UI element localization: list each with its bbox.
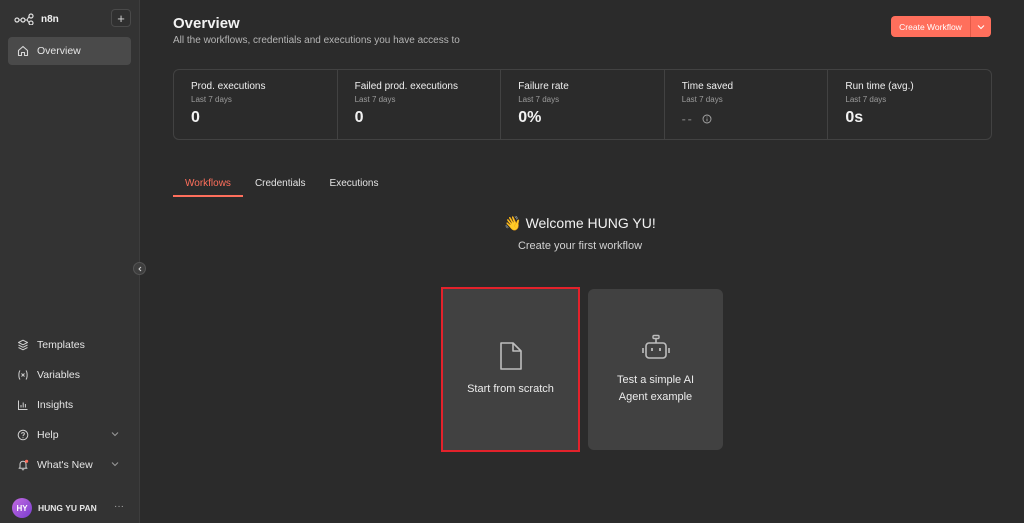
sidebar-item-variables[interactable]: Variables (8, 362, 131, 388)
stat-run-time[interactable]: Run time (avg.) Last 7 days 0s (828, 70, 991, 139)
add-button[interactable]: + (111, 9, 131, 27)
start-from-scratch-card[interactable]: Start from scratch (441, 287, 580, 452)
stat-period: Last 7 days (354, 95, 396, 104)
user-profile[interactable]: HY HUNG YU PAN ··· (0, 493, 140, 523)
chevron-left-icon (137, 266, 141, 271)
sidebar-item-help[interactable]: Help (8, 422, 131, 448)
tab-executions[interactable]: Executions (318, 175, 391, 197)
tab-bar: Workflows Credentials Executions (173, 175, 390, 197)
page-subtitle: All the workflows, credentials and execu… (173, 35, 460, 46)
stat-failure-rate[interactable]: Failure rate Last 7 days 0% (501, 70, 665, 139)
avatar: HY (12, 498, 32, 518)
robot-icon (641, 334, 670, 359)
stat-title: Failure rate (518, 81, 569, 92)
bell-icon (18, 459, 29, 471)
stat-value: -- (681, 112, 694, 126)
stat-value: 0 (354, 109, 364, 126)
tab-credentials[interactable]: Credentials (243, 175, 318, 197)
welcome-title: Welcome HUNG YU! (525, 215, 656, 231)
welcome-subtitle: Create your first workflow (517, 240, 643, 252)
stat-value: 0s (845, 109, 864, 126)
ai-agent-example-card[interactable]: Test a simple AI Agent example (588, 289, 723, 450)
box-icon (18, 339, 28, 351)
sidebar-item-label: Templates (37, 339, 85, 351)
chevron-down-icon (977, 24, 985, 29)
variable-icon (18, 370, 28, 380)
sidebar-item-whats-new[interactable]: What's New (8, 452, 131, 478)
stat-value: 0% (518, 109, 542, 126)
sidebar-item-templates[interactable]: Templates (8, 332, 131, 358)
card-label: Test a simple AI Agent example (616, 374, 695, 403)
create-workflow-group: Create Workflow (891, 16, 991, 37)
stat-value-row: -- (682, 112, 828, 126)
wave-emoji: 👋 (504, 215, 522, 231)
notification-dot (25, 459, 29, 463)
create-workflow-dropdown[interactable] (971, 16, 991, 37)
sidebar-item-label: Overview (37, 45, 81, 57)
plus-icon: + (117, 10, 125, 26)
page-title: Overview (173, 15, 240, 32)
card-label: Start from scratch (467, 383, 554, 396)
stat-prod-executions[interactable]: Prod. executions Last 7 days 0 (174, 70, 338, 139)
stat-title: Run time (avg.) (845, 81, 914, 92)
sidebar-item-label: Variables (37, 369, 80, 381)
welcome-heading: 👋 Welcome HUNG YU! (440, 215, 720, 232)
user-menu-button[interactable]: ··· (114, 501, 124, 512)
stat-time-saved[interactable]: Time saved Last 7 days -- (665, 70, 829, 139)
sidebar-item-label: Help (37, 429, 59, 441)
home-icon (17, 45, 29, 57)
stat-period: Last 7 days (191, 95, 232, 104)
stat-title: Time saved (681, 81, 734, 92)
sidebar-item-label: What's New (37, 459, 93, 471)
brand-logo[interactable]: n8n (14, 12, 59, 26)
create-workflow-button[interactable]: Create Workflow (891, 16, 971, 37)
chevron-down-icon (111, 432, 119, 437)
chart-icon (18, 400, 28, 410)
collapse-sidebar-button[interactable] (133, 262, 146, 275)
sidebar-item-insights[interactable]: Insights (8, 392, 131, 418)
stat-title: Prod. executions (191, 81, 266, 92)
stat-title: Failed prod. executions (354, 81, 458, 92)
stats-panel: Prod. executions Last 7 days 0 Failed pr… (173, 69, 992, 140)
stat-failed-prod-executions[interactable]: Failed prod. executions Last 7 days 0 (338, 70, 502, 139)
stat-period: Last 7 days (845, 95, 887, 104)
n8n-logo-icon (14, 13, 34, 25)
help-icon (17, 429, 29, 441)
stat-period: Last 7 days (681, 95, 723, 104)
brand-name: n8n (41, 13, 59, 25)
tab-workflows[interactable]: Workflows (173, 175, 243, 197)
info-icon[interactable] (702, 114, 712, 124)
chevron-down-icon (111, 462, 119, 467)
file-icon (499, 342, 522, 371)
sidebar-item-label: Insights (37, 399, 74, 411)
user-name: HUNG YU PAN (38, 503, 97, 513)
stat-period: Last 7 days (518, 95, 560, 104)
stat-value: 0 (191, 109, 200, 126)
sidebar-item-overview[interactable]: Overview (8, 37, 131, 65)
sidebar: n8n + Overview Templates Variables Insig… (0, 0, 146, 523)
